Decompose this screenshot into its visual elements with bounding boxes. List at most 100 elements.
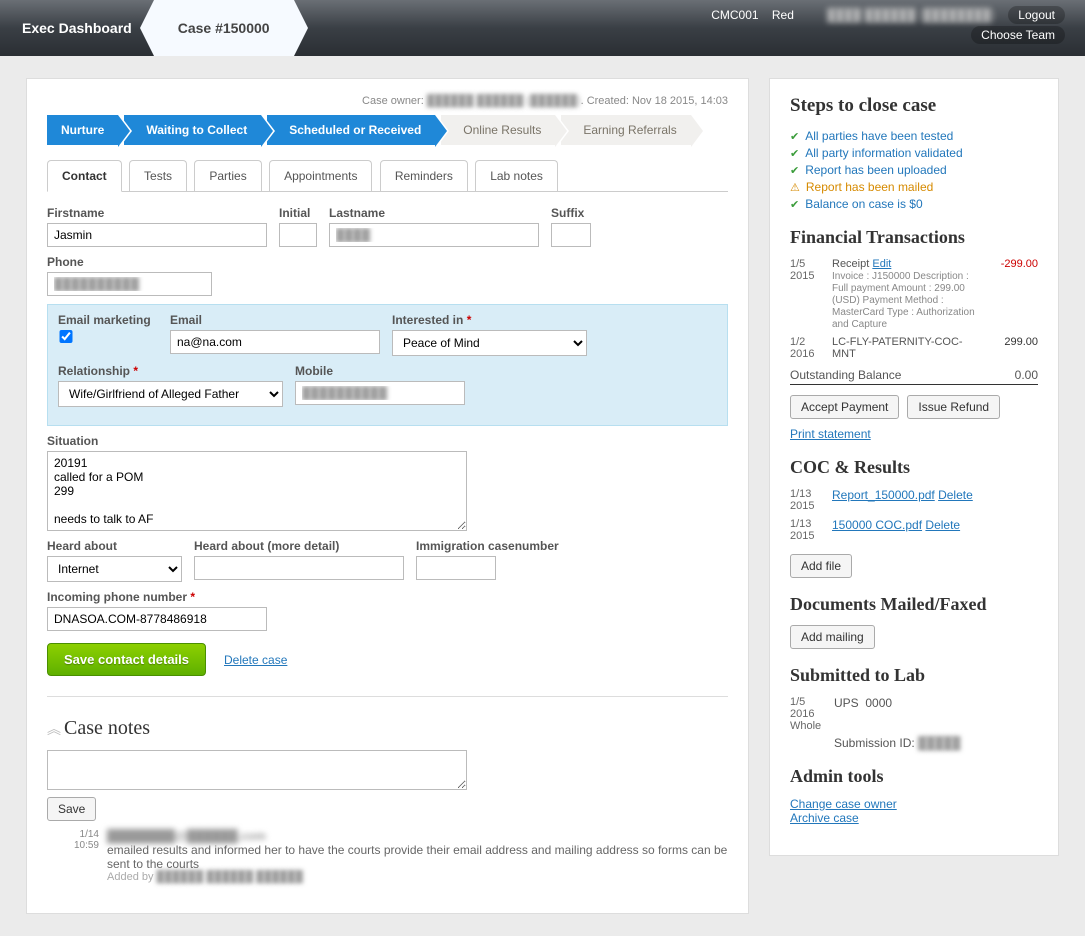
relationship-select[interactable]: Wife/Girlfriend of Alleged Father [58, 381, 283, 407]
chevron-up-icon: ︽ [47, 719, 58, 739]
tab-appointments[interactable]: Appointments [269, 160, 372, 191]
situation-label: Situation [47, 434, 467, 448]
mobile-input[interactable] [295, 381, 465, 405]
immigration-label: Immigration casenumber [416, 539, 566, 553]
fin-date: 1/5 2015 [790, 258, 824, 330]
delete-case-link[interactable]: Delete case [224, 653, 287, 667]
lastname-input[interactable] [329, 223, 539, 247]
case-notes-title: Case notes [64, 717, 150, 740]
topbar: Exec Dashboard Case #150000 CMC001 Red █… [0, 0, 1085, 56]
tab-tests[interactable]: Tests [129, 160, 187, 191]
pipeline-step-waiting[interactable]: Waiting to Collect [124, 115, 261, 145]
step-item: ⚠Report has been mailed [790, 180, 1038, 194]
heard-detail-input[interactable] [194, 556, 404, 580]
add-mailing-button[interactable]: Add mailing [790, 625, 875, 649]
submission-id: █████ [918, 736, 961, 750]
pipeline-step-online[interactable]: Online Results [441, 115, 555, 145]
outstanding-balance-value: 0.00 [1015, 368, 1038, 382]
lab-title: Submitted to Lab [790, 665, 1038, 686]
edit-receipt-link[interactable]: Edit [872, 258, 891, 270]
email-input[interactable] [170, 330, 380, 354]
email-marketing-label: Email marketing [58, 313, 158, 327]
exec-dashboard-tab[interactable]: Exec Dashboard [0, 0, 154, 56]
coc-title: COC & Results [790, 457, 1038, 478]
fin-date: 1/2 2016 [790, 336, 824, 360]
fin-amount: 299.00 [988, 336, 1038, 360]
outstanding-balance-label: Outstanding Balance [790, 368, 901, 382]
delete-doc-link[interactable]: Delete [938, 488, 973, 502]
phone-label: Phone [47, 255, 212, 269]
save-contact-button[interactable]: Save contact details [47, 643, 206, 676]
change-case-owner-link[interactable]: Change case owner [790, 797, 897, 811]
issue-refund-button[interactable]: Issue Refund [907, 395, 1000, 419]
doc-link[interactable]: Report_150000.pdf [832, 488, 935, 502]
situation-textarea[interactable]: 20191 called for a POM 299 needs to talk… [47, 451, 467, 531]
note-text: emailed results and informed her to have… [107, 843, 728, 871]
email-marketing-checkbox[interactable] [58, 330, 74, 343]
tab-parties[interactable]: Parties [194, 160, 261, 191]
interested-select[interactable]: Peace of Mind [392, 330, 587, 356]
lab-date: 1/5 2016 Whole [790, 696, 824, 732]
tab-contact[interactable]: Contact [47, 160, 122, 192]
suffix-label: Suffix [551, 206, 591, 220]
doc-date: 1/13 2015 [790, 488, 824, 512]
tab-reminders[interactable]: Reminders [380, 160, 468, 191]
firstname-label: Firstname [47, 206, 267, 220]
save-note-button[interactable]: Save [47, 797, 96, 821]
warning-icon: ⚠ [790, 181, 800, 194]
delete-doc-link[interactable]: Delete [925, 518, 960, 532]
fin-desc: LC-FLY-PATERNITY-COC-MNT [832, 336, 980, 360]
doc-link[interactable]: 150000 COC.pdf [832, 518, 922, 532]
phone-input[interactable] [47, 272, 212, 296]
fin-desc: Receipt EditInvoice : J150000 Descriptio… [832, 258, 980, 330]
check-icon: ✔ [790, 198, 799, 211]
suffix-input[interactable] [551, 223, 591, 247]
fin-amount: -299.00 [988, 258, 1038, 330]
username: ████ ██████ (████████) [827, 8, 995, 22]
check-icon: ✔ [790, 130, 799, 143]
steps-title: Steps to close case [790, 95, 1038, 117]
check-icon: ✔ [790, 164, 799, 177]
print-statement-link[interactable]: Print statement [790, 427, 871, 441]
email-label: Email [170, 313, 380, 327]
lab-tracking: 0000 [865, 696, 892, 710]
case-owner-label: Case owner: [362, 95, 424, 107]
incoming-input[interactable] [47, 607, 267, 631]
lastname-label: Lastname [329, 206, 539, 220]
firstname-input[interactable] [47, 223, 267, 247]
initial-input[interactable] [279, 223, 317, 247]
note-date: 1/1410:59 [47, 829, 107, 883]
case-note-textarea[interactable] [47, 750, 467, 790]
case-owner-name: ██████ ██████ (██████) [427, 95, 581, 107]
tab-labnotes[interactable]: Lab notes [475, 160, 558, 191]
step-item: ✔All parties have been tested [790, 129, 1038, 143]
pipeline: Nurture Waiting to Collect Scheduled or … [47, 115, 728, 145]
pipeline-step-referrals[interactable]: Earning Referrals [561, 115, 690, 145]
pipeline-step-scheduled[interactable]: Scheduled or Received [267, 115, 435, 145]
admin-title: Admin tools [790, 766, 1038, 787]
created-value: Nov 18 2015, 14:03 [632, 95, 728, 107]
financial-title: Financial Transactions [790, 227, 1038, 248]
relationship-label: Relationship * [58, 364, 283, 378]
case-tab[interactable]: Case #150000 [154, 0, 294, 56]
check-icon: ✔ [790, 147, 799, 160]
archive-case-link[interactable]: Archive case [790, 811, 859, 825]
main-panel: Case owner: ██████ ██████ (██████). Crea… [26, 78, 749, 914]
add-file-button[interactable]: Add file [790, 554, 852, 578]
team-flag: Red [772, 8, 794, 22]
incoming-label: Incoming phone number * [47, 590, 267, 604]
step-item: ✔All party information validated [790, 146, 1038, 160]
heard-select[interactable]: Internet [47, 556, 182, 582]
interested-label: Interested in * [392, 313, 587, 327]
initial-label: Initial [279, 206, 317, 220]
heard-detail-label: Heard about (more detail) [194, 539, 404, 553]
mobile-label: Mobile [295, 364, 465, 378]
pipeline-step-nurture[interactable]: Nurture [47, 115, 118, 145]
mailed-title: Documents Mailed/Faxed [790, 594, 1038, 615]
step-item: ✔Balance on case is $0 [790, 197, 1038, 211]
immigration-input[interactable] [416, 556, 496, 580]
doc-date: 1/13 2015 [790, 518, 824, 542]
accept-payment-button[interactable]: Accept Payment [790, 395, 899, 419]
step-item: ✔Report has been uploaded [790, 163, 1038, 177]
choose-team-button[interactable]: Choose Team [971, 26, 1065, 44]
